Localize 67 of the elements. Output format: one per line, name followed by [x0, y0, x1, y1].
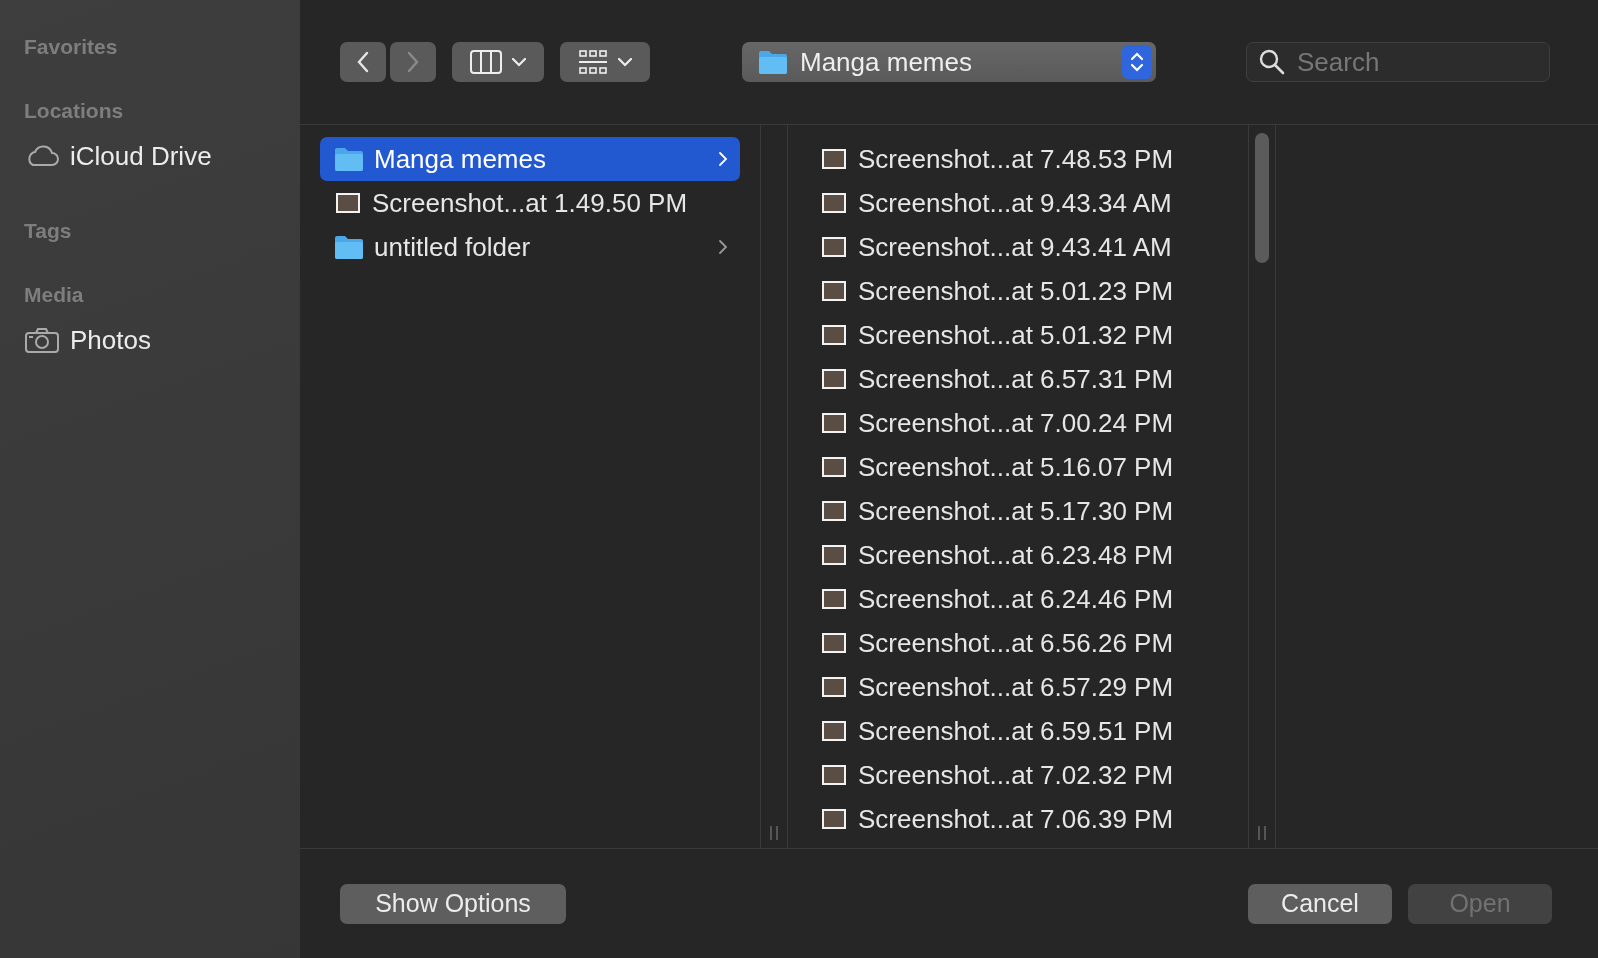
file-list-item[interactable]: untitled folder	[320, 225, 740, 269]
file-list-item[interactable]: Screenshot...at 5.01.32 PM	[800, 313, 1228, 357]
file-list-item[interactable]: Screenshot...at 9.43.41 AM	[800, 225, 1228, 269]
image-thumbnail	[822, 281, 846, 301]
columns-icon	[470, 50, 502, 74]
file-list-item[interactable]: Screenshot...at 7.06.39 PM	[800, 797, 1228, 841]
dialog-button[interactable]: Cancel	[1248, 883, 1392, 924]
image-thumbnail	[822, 325, 846, 345]
file-list-item[interactable]: Screenshot...at 1.49.50 PM	[320, 181, 740, 225]
search-field[interactable]: Search	[1246, 42, 1550, 82]
image-thumbnail	[336, 193, 360, 213]
dialog-button[interactable]: Show Options	[340, 883, 566, 924]
image-thumbnail	[822, 369, 846, 389]
file-list-item[interactable]: Screenshot...at 5.01.23 PM	[800, 269, 1228, 313]
search-icon	[1259, 49, 1285, 75]
file-list-item[interactable]: Screenshot...at 9.43.34 AM	[800, 181, 1228, 225]
sidebar-heading: Tags	[24, 218, 73, 244]
image-thumbnail	[822, 149, 846, 169]
image-thumbnail	[822, 809, 846, 829]
image-thumbnail	[822, 413, 846, 433]
stepper-arrows-icon	[1130, 51, 1144, 73]
file-list-item[interactable]: Screenshot...at 5.17.30 PM	[800, 489, 1228, 533]
chevron-right-icon	[718, 151, 728, 167]
sidebar-heading: Locations	[24, 98, 125, 124]
file-list-item[interactable]: Screenshot...at 7.48.53 PM	[800, 137, 1228, 181]
image-thumbnail	[822, 457, 846, 477]
chevron-left-icon	[357, 51, 369, 73]
image-thumbnail	[822, 501, 846, 521]
chevron-right-icon	[718, 239, 728, 255]
image-thumbnail	[822, 721, 846, 741]
caret-icon	[512, 57, 526, 67]
sidebar-heading: Favorites	[24, 34, 119, 60]
file-list-item[interactable]: Screenshot...at 6.57.29 PM	[800, 665, 1228, 709]
grid-icon	[578, 49, 608, 75]
view-mode-button[interactable]	[452, 42, 544, 82]
file-list-item[interactable]: Screenshot...at 5.16.07 PM	[800, 445, 1228, 489]
file-list-item[interactable]: Screenshot...at 6.24.46 PM	[800, 577, 1228, 621]
folder-icon	[758, 49, 788, 75]
scrollbar-thumb[interactable]	[1255, 133, 1269, 263]
folder-icon	[334, 146, 364, 172]
file-list-item[interactable]: Screenshot...at 7.02.32 PM	[800, 753, 1228, 797]
image-thumbnail	[822, 545, 846, 565]
file-list-item[interactable]: Manga memes	[320, 137, 740, 181]
sidebar-item[interactable]: iCloud Drive	[24, 128, 300, 184]
image-thumbnail	[822, 765, 846, 785]
image-thumbnail	[822, 589, 846, 609]
back-button[interactable]	[340, 42, 386, 82]
chevron-right-icon	[407, 51, 419, 73]
camera-icon	[24, 326, 60, 354]
location-popup[interactable]: Manga memes	[742, 42, 1156, 82]
group-button[interactable]	[560, 42, 650, 82]
image-thumbnail	[822, 237, 846, 257]
column-resize-handle-icon	[769, 826, 779, 840]
caret-icon	[618, 57, 632, 67]
search-input[interactable]: Search	[1297, 46, 1527, 78]
file-list-item[interactable]: Screenshot...at 6.23.48 PM	[800, 533, 1228, 577]
image-thumbnail	[822, 677, 846, 697]
file-list-item[interactable]: Screenshot...at 6.59.51 PM	[800, 709, 1228, 753]
file-list-item[interactable]: Screenshot...at 6.57.31 PM	[800, 357, 1228, 401]
image-thumbnail	[822, 633, 846, 653]
sidebar-heading: Media	[24, 282, 85, 308]
file-list-item[interactable]: Screenshot...at 6.56.26 PM	[800, 621, 1228, 665]
file-list-item[interactable]: Screenshot...at 7.00.24 PM	[800, 401, 1228, 445]
image-thumbnail	[822, 193, 846, 213]
column-resize-handle-icon	[1257, 826, 1267, 840]
folder-icon	[334, 234, 364, 260]
sidebar-item[interactable]: Photos	[24, 312, 300, 368]
